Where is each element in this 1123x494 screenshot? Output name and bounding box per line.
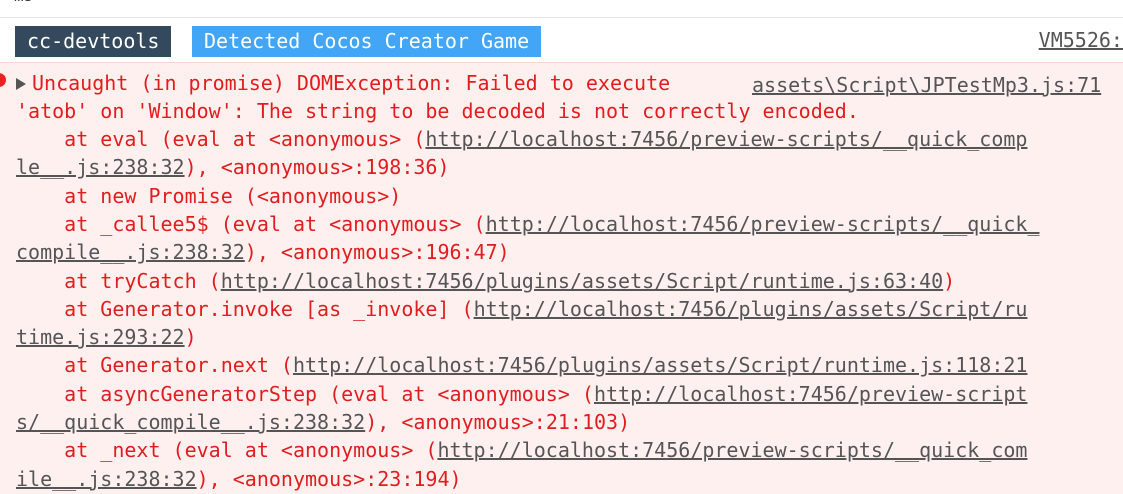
error-message-line-2: 'atob' on 'Window': The string to be dec… bbox=[16, 99, 859, 123]
stack-frame-link[interactable]: le__.js:238:32 bbox=[16, 155, 185, 179]
stack-line: at eval (eval at <anonymous> (http://loc… bbox=[16, 125, 1027, 153]
stack-line: le__.js:238:32), <anonymous>:198:36) bbox=[16, 153, 449, 181]
stack-frame-link[interactable]: http://localhost:7456/plugins/assets/Scr… bbox=[474, 297, 1028, 321]
error-source-link[interactable]: assets\Script\JPTestMp3.js:71 bbox=[752, 71, 1101, 99]
stack-line: at Generator.invoke [as _invoke] (http:/… bbox=[16, 295, 1027, 323]
expand-triangle-icon[interactable] bbox=[16, 78, 26, 90]
stack-line: s/__quick_compile__.js:238:32), <anonymo… bbox=[16, 408, 630, 436]
detected-game-badge: Detected Cocos Creator Game bbox=[192, 26, 542, 57]
stack-frame-text: at eval (eval at <anonymous> ( bbox=[16, 127, 426, 151]
stack-frame-link[interactable]: http://localhost:7456/preview-scripts/__… bbox=[425, 127, 1027, 151]
error-message-block: assets\Script\JPTestMp3.js:71 Uncaught (… bbox=[0, 62, 1123, 494]
previous-log-fragment: ms bbox=[14, 0, 33, 6]
stack-frame-text: at Generator.invoke [as _invoke] ( bbox=[16, 296, 474, 321]
cc-devtools-badge: cc-devtools bbox=[15, 26, 172, 57]
stack-frame-text: at asyncGeneratorStep (eval at <anonymou… bbox=[16, 381, 594, 406]
stack-frame-suffix: ), <anonymous>:196:47) bbox=[244, 240, 510, 265]
stack-frame-link[interactable]: compile__.js:238:32 bbox=[16, 240, 245, 264]
stack-frame-suffix: ), <anonymous>:23:194) bbox=[196, 466, 462, 491]
stack-line: at new Promise (<anonymous>) bbox=[16, 182, 401, 210]
stack-line: at asyncGeneratorStep (eval at <anonymou… bbox=[16, 380, 1027, 408]
stack-frame-link[interactable]: time.js:293:22 bbox=[16, 325, 185, 349]
error-icon bbox=[0, 73, 6, 87]
error-message-line-1: Uncaught (in promise) DOMException: Fail… bbox=[16, 69, 682, 97]
stack-frame-link[interactable]: http://localhost:7456/preview-scripts/__… bbox=[437, 438, 1027, 462]
stack-frame-suffix: ), <anonymous>:198:36) bbox=[184, 155, 450, 180]
devtools-info-row: cc-devtools Detected Cocos Creator Game … bbox=[0, 17, 1123, 62]
stack-frame-link[interactable]: http://localhost:7456/plugins/assets/Scr… bbox=[221, 269, 943, 293]
stack-line: at Generator.next (http://localhost:7456… bbox=[16, 351, 1027, 379]
stack-frame-link[interactable]: http://localhost:7456/preview-script bbox=[594, 382, 1027, 406]
stack-frame-text: at _next (eval at <anonymous> ( bbox=[16, 438, 438, 463]
vm-source-link[interactable]: VM5526:1 bbox=[1039, 28, 1123, 52]
stack-frame-link[interactable]: http://localhost:7456/preview-scripts/__… bbox=[486, 212, 1040, 236]
stack-frame-text: at _callee5$ (eval at <anonymous> ( bbox=[16, 211, 486, 236]
stack-frame-link[interactable]: http://localhost:7456/plugins/assets/Scr… bbox=[293, 353, 1028, 377]
stack-frame-link[interactable]: ile__.js:238:32 bbox=[16, 467, 197, 491]
stack-line: at _callee5$ (eval at <anonymous> (http:… bbox=[16, 210, 1040, 238]
stack-frame-text: at tryCatch ( bbox=[16, 268, 221, 293]
stack-frame-suffix: ) bbox=[184, 325, 197, 350]
stack-frame-text: at Generator.next ( bbox=[16, 353, 293, 378]
stack-line: compile__.js:238:32), <anonymous>:196:47… bbox=[16, 238, 510, 266]
stack-line: at tryCatch (http://localhost:7456/plugi… bbox=[16, 267, 955, 295]
stack-line: at _next (eval at <anonymous> (http://lo… bbox=[16, 436, 1027, 464]
stack-frame-link[interactable]: s/__quick_compile__.js:238:32 bbox=[16, 410, 365, 434]
stack-frame-suffix: ), <anonymous>:21:103) bbox=[365, 410, 631, 434]
stack-line: ile__.js:238:32), <anonymous>:23:194) bbox=[16, 465, 462, 493]
stack-frame-text: at new Promise (<anonymous>) bbox=[16, 183, 402, 208]
stack-frame-suffix: ) bbox=[943, 268, 956, 293]
stack-line: time.js:293:22) bbox=[16, 323, 197, 351]
